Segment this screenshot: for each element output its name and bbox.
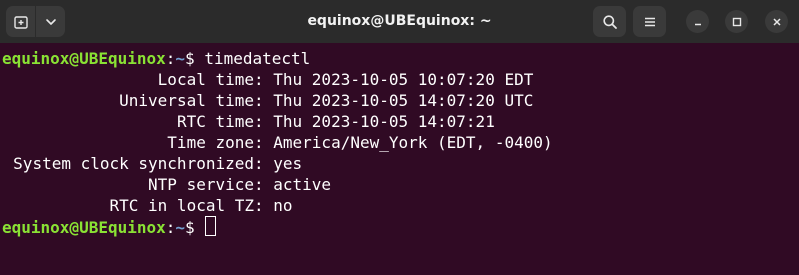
- tab-button-group: [6, 6, 65, 37]
- output-value: no: [273, 196, 293, 215]
- prompt-path: ~: [175, 218, 186, 237]
- prompt-symbol: $: [185, 49, 195, 68]
- chevron-down-icon: [45, 18, 56, 25]
- command-text: timedatectl: [204, 49, 311, 68]
- minimize-button[interactable]: [686, 10, 709, 33]
- hamburger-menu-icon: [644, 17, 655, 26]
- prompt-symbol: $: [185, 218, 195, 237]
- output-value: Thu 2023-10-05 14:07:20 UTC: [273, 91, 534, 110]
- output-line: RTC time: Thu 2023-10-05 14:07:21: [2, 111, 495, 132]
- prompt-line: equinox@UBEquinox:~$: [2, 216, 217, 237]
- prompt-user: equinox@UBEquinox: [2, 218, 166, 237]
- output-value: America/New_York (EDT, -0400): [273, 133, 553, 152]
- output-key: Universal time: [119, 91, 254, 110]
- output-line: System clock synchronized: yes: [2, 153, 302, 174]
- prompt-separator: :: [165, 218, 176, 237]
- new-tab-icon: [13, 15, 28, 29]
- hamburger-menu-button[interactable]: [633, 6, 666, 37]
- output-key: Time zone: [167, 133, 254, 152]
- output-value: active: [273, 175, 332, 194]
- output-line: RTC in local TZ: no: [2, 195, 293, 216]
- output-key: System clock synchronized: [13, 154, 254, 173]
- minimize-icon: [694, 23, 701, 25]
- close-icon: [772, 17, 781, 26]
- new-tab-button[interactable]: [6, 6, 35, 37]
- output-line: NTP service: active: [2, 174, 331, 195]
- output-value: Thu 2023-10-05 10:07:20 EDT: [273, 70, 534, 89]
- close-button[interactable]: [765, 10, 788, 33]
- prompt-user: equinox@UBEquinox: [2, 49, 166, 68]
- maximize-icon: [732, 17, 741, 26]
- title-bar: equinox@UBEquinox: ~: [0, 0, 799, 43]
- output-line: Time zone: America/New_York (EDT, -0400): [2, 132, 553, 153]
- output-value: yes: [273, 154, 303, 173]
- prompt-path: ~: [175, 49, 186, 68]
- command-line: equinox@UBEquinox:~$ timedatectl: [2, 48, 310, 69]
- output-value: Thu 2023-10-05 14:07:21: [273, 112, 495, 131]
- terminal-content[interactable]: equinox@UBEquinox:~$ timedatectl Local t…: [0, 43, 799, 275]
- output-key: RTC in local TZ: [109, 196, 255, 215]
- maximize-button[interactable]: [725, 10, 748, 33]
- output-line: Universal time: Thu 2023-10-05 14:07:20 …: [2, 90, 533, 111]
- window-title: equinox@UBEquinox: ~: [307, 13, 492, 29]
- terminal-window: equinox@UBEquinox: ~ equinox@UBEquinox:~…: [0, 0, 799, 275]
- search-button[interactable]: [593, 6, 626, 37]
- output-key: Local time: [157, 70, 254, 89]
- output-key: NTP service: [148, 175, 254, 194]
- text-cursor: [205, 216, 217, 236]
- menu-dropdown-button[interactable]: [36, 6, 65, 37]
- output-line: Local time: Thu 2023-10-05 10:07:20 EDT: [2, 69, 534, 90]
- output-key: RTC time: [176, 112, 254, 131]
- search-icon: [602, 14, 617, 29]
- prompt-separator: :: [165, 49, 176, 68]
